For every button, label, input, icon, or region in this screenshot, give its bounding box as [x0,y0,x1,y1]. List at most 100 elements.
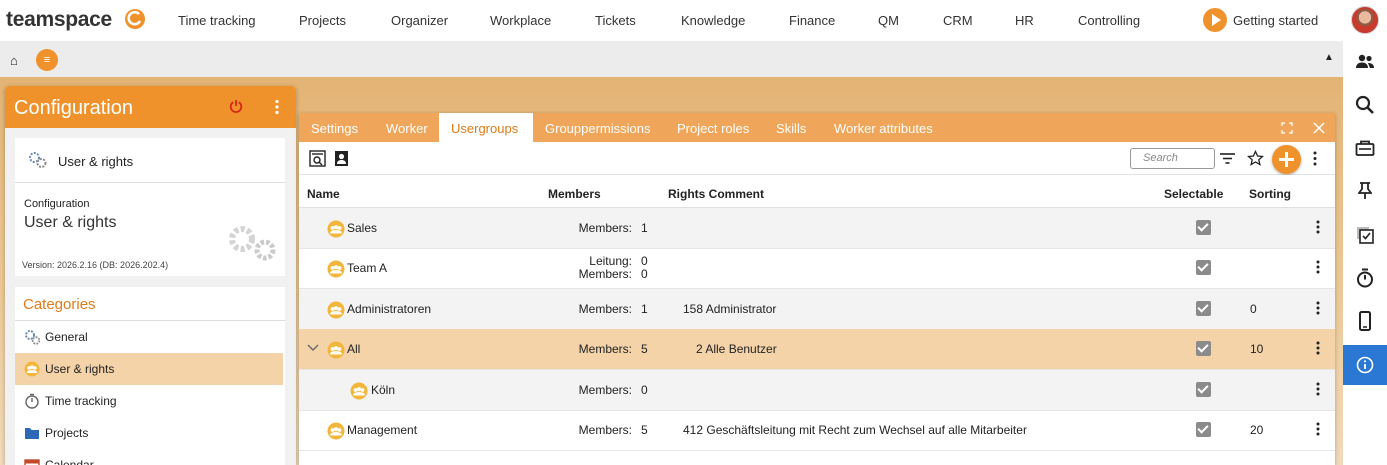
selectable-checkbox[interactable] [1196,382,1211,397]
maximize-icon[interactable] [1280,121,1294,135]
add-usergroup-button[interactable] [1272,145,1301,174]
column-header-selectable[interactable]: Selectable [1164,187,1223,201]
row-more-options-icon[interactable] [1315,341,1321,355]
info-title: User & rights [24,214,117,231]
sorting-value: 0 [1250,302,1257,316]
nav-item-organizer[interactable]: Organizer [391,13,448,28]
selectable-checkbox[interactable] [1196,260,1211,275]
mobile-icon[interactable] [1343,301,1387,341]
selectable-checkbox[interactable] [1196,422,1211,437]
member-count: 0 [641,254,648,268]
category-item-time-tracking[interactable]: Time tracking [15,385,283,417]
categories-title: Categories [23,296,96,313]
category-label: Projects [45,426,89,440]
group-name: Köln [371,383,396,397]
row-more-options-icon[interactable] [1315,422,1321,436]
table-header: Name Members Rights Comment Selectable S… [299,175,1335,208]
category-item-calendar[interactable]: Calendar [15,449,283,465]
nav-item-controlling[interactable]: Controlling [1078,13,1140,28]
tab-worker-attributes[interactable]: Worker attributes [822,113,942,142]
nav-item-qm[interactable]: QM [878,13,899,28]
more-options-icon[interactable] [271,99,283,115]
info-icon[interactable] [1343,345,1387,385]
timer-icon[interactable] [1343,258,1387,298]
row-more-options-icon[interactable] [1315,220,1321,234]
nav-item-knowledge[interactable]: Knowledge [681,13,745,28]
version-text: Version: 2026.2.16 (DB: 2026.202.4) [22,260,169,270]
people-icon[interactable] [1343,42,1387,82]
user-avatar[interactable] [1351,6,1379,34]
nav-item-hr[interactable]: HR [1015,13,1034,28]
table-row[interactable]: Team A Leitung: 0 Members: 0 [299,248,1335,289]
getting-started-link[interactable]: Getting started [1233,13,1318,28]
usergroup-icon [327,341,345,359]
table-row[interactable]: All Members: 5 2 Alle Benutzer 10 [299,329,1335,370]
nav-item-projects[interactable]: Projects [299,13,346,28]
inbox-icon[interactable] [1343,128,1387,168]
table-row[interactable]: Sales Members: 1 [299,208,1335,249]
contact-card-icon[interactable] [333,150,350,167]
column-header-rights-comment[interactable]: Rights Comment [668,187,764,201]
collapse-up-icon[interactable]: ▲ [1324,52,1334,63]
tab-grouppermissions[interactable]: Grouppermissions [533,113,665,142]
row-more-options-icon[interactable] [1315,382,1321,396]
pin-icon[interactable] [1343,171,1387,211]
tasks-icon[interactable] [1343,215,1387,255]
star-icon[interactable] [1247,150,1264,167]
nav-item-workplace[interactable]: Workplace [490,13,551,28]
member-label: Members: [578,267,632,281]
group-name: Administratoren [347,302,432,316]
member-label: Members: [578,383,632,397]
close-icon[interactable] [1312,121,1326,135]
table-row[interactable]: Management Members: 5 412 Geschäftsleitung … [299,410,1335,451]
tab-settings[interactable]: Settings [299,113,374,142]
row-more-options-icon[interactable] [1315,301,1321,315]
nav-item-tickets[interactable]: Tickets [595,13,636,28]
nav-item-crm[interactable]: CRM [943,13,973,28]
filter-icon[interactable] [1219,150,1236,167]
table-row[interactable]: Köln Members: 0 [299,370,1335,411]
tab-bar: Settings Worker Usergroups Grouppermissions… [299,113,1335,142]
chevron-down-icon[interactable] [307,342,319,352]
getting-started-play-icon[interactable] [1203,8,1227,32]
category-item-projects[interactable]: Projects [15,417,283,449]
search-list-icon[interactable] [309,150,326,167]
nav-item-time-tracking[interactable]: Time tracking [178,13,256,28]
rights-comment: 2 Alle Benutzer [696,342,777,356]
home-icon[interactable]: ⌂ [10,53,18,68]
grid-toolbar: Search [299,142,1335,175]
tab-skills[interactable]: Skills [764,113,822,142]
row-more-options-icon[interactable] [1315,260,1321,274]
tab-worker[interactable]: Worker [374,113,439,142]
power-icon[interactable] [229,99,243,113]
usergroup-icon [327,260,345,278]
selectable-checkbox[interactable] [1196,341,1211,356]
column-header-members[interactable]: Members [548,187,601,201]
more-options-icon[interactable] [1312,150,1318,167]
member-label: Members: [578,221,632,235]
category-item-general[interactable]: General [15,321,283,353]
menu-icon[interactable]: ≡ [36,49,58,71]
rights-comment: 158 Administrator [683,302,777,316]
tab-usergroups[interactable]: Usergroups [439,113,533,142]
selectable-checkbox[interactable] [1196,301,1211,316]
member-count: 0 [641,267,648,281]
search-input[interactable]: Search [1130,148,1215,169]
column-header-sorting[interactable]: Sorting [1249,187,1291,201]
selectable-checkbox[interactable] [1196,220,1211,235]
nav-item-finance[interactable]: Finance [789,13,835,28]
category-item-user-rights[interactable]: User & rights [15,353,283,385]
search-icon[interactable] [1343,85,1387,125]
calendar-icon [24,459,40,465]
member-label: Leitung: [589,254,632,268]
member-count: 0 [641,383,648,397]
configuration-header: Configuration [5,86,296,128]
brand-logo[interactable]: teamspace [6,8,112,32]
top-navigation: teamspace Time tracking Projects Organizer… [0,0,1387,41]
tab-project-roles[interactable]: Project roles [665,113,764,142]
member-label: Members: [578,423,632,437]
table-row[interactable]: Administratoren Members: 1 158 Administrato… [299,289,1335,330]
current-config-item[interactable]: User & rights [15,138,285,183]
rights-comment: 412 Geschäftsleitung mit Recht zum Wechs… [683,423,1027,437]
column-header-name[interactable]: Name [307,187,340,201]
